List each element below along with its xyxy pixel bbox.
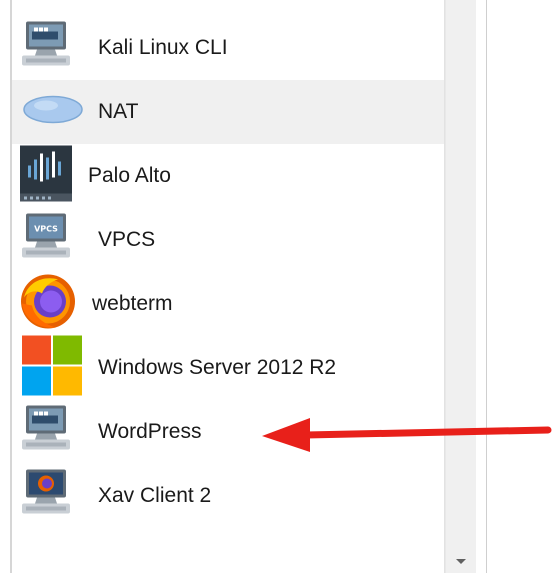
- item-label: NAT: [98, 100, 139, 123]
- windows-logo-icon: [22, 335, 82, 401]
- list-item-nat[interactable]: NAT: [12, 80, 444, 144]
- red-arrow-icon: [258, 408, 552, 463]
- svg-text:VPCS: VPCS: [34, 225, 58, 234]
- pane-separator: [486, 0, 487, 573]
- item-label: VPCS: [98, 228, 156, 251]
- docker-monitor-icon: [20, 19, 72, 78]
- list-item-kali-linux-cli[interactable]: Kali Linux CLI: [12, 16, 444, 80]
- chevron-down-icon: [455, 553, 467, 571]
- item-label: Windows Server 2012 R2: [98, 356, 337, 379]
- item-label: WordPress: [98, 420, 202, 443]
- list-item-windows-server-2012-r2[interactable]: Windows Server 2012 R2: [12, 335, 444, 401]
- docker-monitor-icon: [20, 403, 72, 462]
- stage: Kali Linux CLI NAT Palo Alto VPCS VPCS w…: [0, 0, 552, 573]
- item-label: Palo Alto: [88, 164, 171, 187]
- item-label: Kali Linux CLI: [98, 36, 228, 59]
- firefox-icon: [18, 272, 78, 337]
- item-label: Xav Client 2: [98, 484, 212, 507]
- list-item-vpcs[interactable]: VPCS VPCS: [12, 208, 444, 272]
- scroll-down-button[interactable]: [446, 551, 476, 573]
- item-label: webterm: [92, 292, 173, 315]
- firefox-monitor-icon: [20, 467, 72, 526]
- palo-alto-appliance-icon: [18, 144, 74, 209]
- list-item-palo-alto[interactable]: Palo Alto: [12, 144, 444, 208]
- list-item-xav-client-2[interactable]: Xav Client 2: [12, 464, 444, 528]
- vertical-scrollbar[interactable]: [445, 0, 476, 573]
- vpcs-monitor-icon: VPCS: [20, 211, 72, 270]
- list-item-webterm[interactable]: webterm: [12, 272, 444, 336]
- cloud-icon: [22, 94, 84, 131]
- device-list: Kali Linux CLI NAT Palo Alto VPCS VPCS w…: [12, 0, 444, 573]
